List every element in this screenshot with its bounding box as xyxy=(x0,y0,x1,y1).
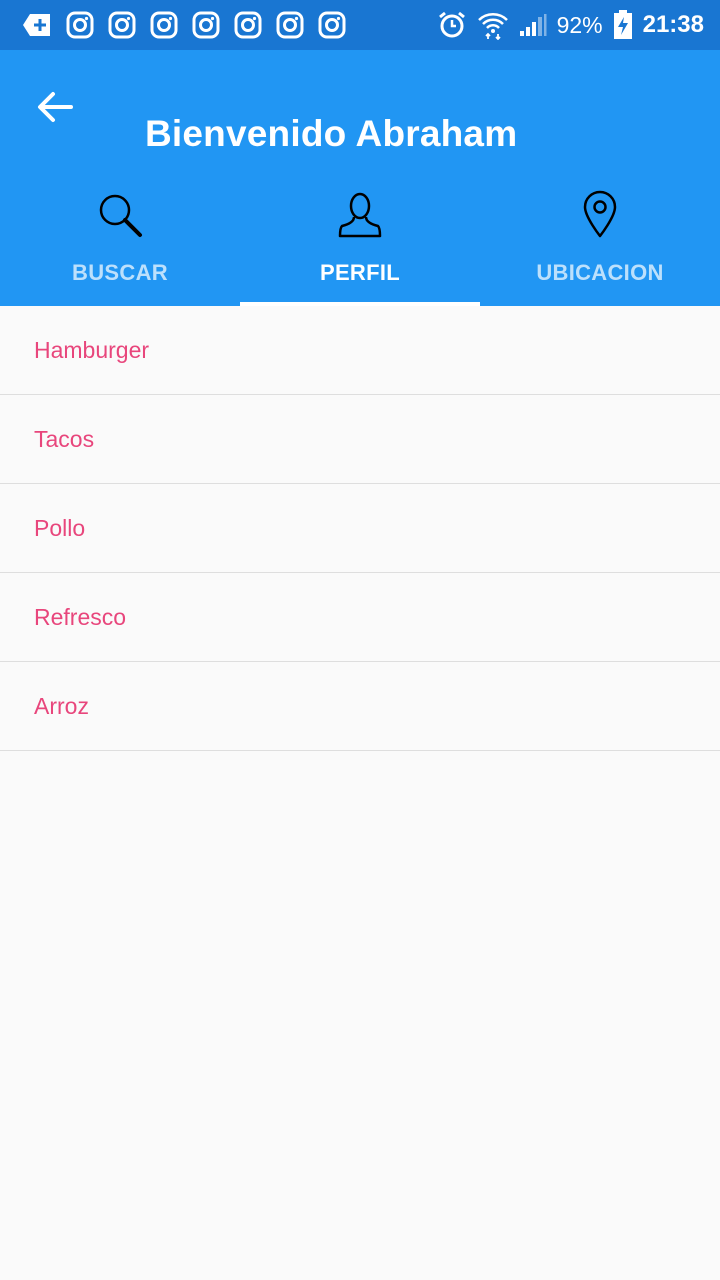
page-title: Bienvenido Abraham xyxy=(145,113,518,154)
tab-label: PERFIL xyxy=(319,260,401,285)
tab-perfil[interactable]: PERFIL xyxy=(240,186,480,306)
list-item[interactable]: Refresco xyxy=(0,573,720,662)
app-bar: Bienvenido Abraham BUSCAR PERFIL UBICACI… xyxy=(0,50,720,306)
tab-buscar[interactable]: BUSCAR xyxy=(0,186,240,306)
person-icon xyxy=(338,186,382,238)
instagram-icon xyxy=(192,11,220,39)
battery-charging-icon xyxy=(613,10,633,40)
instagram-icon xyxy=(318,11,346,39)
clock: 21:38 xyxy=(642,11,704,38)
tab-ubicacion[interactable]: UBICACION xyxy=(480,186,720,306)
food-list: Hamburger Tacos Pollo Refresco Arroz xyxy=(0,306,720,751)
search-icon xyxy=(97,186,143,238)
tab-label: BUSCAR xyxy=(72,260,168,285)
add-notification-icon xyxy=(22,13,52,37)
battery-percent: 92% xyxy=(556,11,603,38)
instagram-icon xyxy=(276,11,304,39)
back-button[interactable] xyxy=(30,84,80,134)
tab-bar: BUSCAR PERFIL UBICACION xyxy=(0,186,720,306)
location-pin-icon xyxy=(582,186,618,238)
list-item[interactable]: Tacos xyxy=(0,395,720,484)
instagram-icon xyxy=(66,11,94,39)
arrow-back-icon xyxy=(37,91,73,128)
notification-icons xyxy=(22,11,360,39)
instagram-icon xyxy=(150,11,178,39)
instagram-icon xyxy=(108,11,136,39)
instagram-icon xyxy=(234,11,262,39)
status-bar: 92% 21:38 xyxy=(0,0,720,50)
list-item[interactable]: Hamburger xyxy=(0,306,720,395)
tab-label: UBICACION xyxy=(536,260,664,285)
signal-icon xyxy=(519,13,547,37)
system-status: 92% 21:38 xyxy=(427,10,704,40)
alarm-icon xyxy=(437,10,467,40)
list-item[interactable]: Pollo xyxy=(0,484,720,573)
list-item[interactable]: Arroz xyxy=(0,662,720,751)
tab-indicator xyxy=(240,302,480,306)
wifi-icon xyxy=(477,10,509,40)
